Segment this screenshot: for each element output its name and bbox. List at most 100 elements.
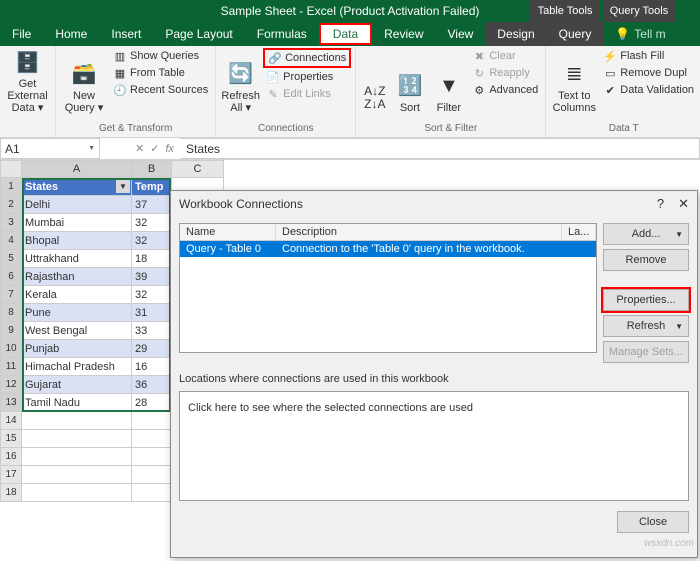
row-header[interactable]: 1: [0, 178, 22, 196]
cell-temp[interactable]: 32: [132, 232, 172, 250]
row-header[interactable]: 7: [0, 286, 22, 304]
tell-me[interactable]: 💡Tell m: [603, 22, 677, 46]
clear-button[interactable]: ✖Clear: [469, 48, 541, 64]
cell[interactable]: [132, 412, 172, 430]
filter-dropdown-icon[interactable]: ▼: [116, 179, 130, 193]
cell-state[interactable]: Delhi: [22, 196, 132, 214]
row-header[interactable]: 13: [0, 394, 22, 412]
cell-temp[interactable]: 18: [132, 250, 172, 268]
cell-temp[interactable]: 36: [132, 376, 172, 394]
cell-temp[interactable]: 29: [132, 340, 172, 358]
name-box[interactable]: A1▼: [0, 138, 100, 159]
col-header-b[interactable]: B: [132, 160, 172, 178]
remove-dup-button[interactable]: ▭Remove Dupl: [600, 65, 697, 81]
cell-state[interactable]: Mumbai: [22, 214, 132, 232]
advanced-button[interactable]: ⚙Advanced: [469, 82, 541, 98]
cell-state[interactable]: Gujarat: [22, 376, 132, 394]
row-header[interactable]: 4: [0, 232, 22, 250]
tab-file[interactable]: File: [0, 22, 43, 46]
cell-state[interactable]: Bhopal: [22, 232, 132, 250]
locations-pane[interactable]: Click here to see where the selected con…: [179, 391, 689, 501]
recent-sources-button[interactable]: 🕘Recent Sources: [110, 82, 211, 98]
connections-list[interactable]: Name Description La... Query - Table 0 C…: [179, 223, 597, 353]
connection-row[interactable]: Query - Table 0 Connection to the 'Table…: [180, 241, 596, 257]
cell[interactable]: [22, 412, 132, 430]
tab-query[interactable]: Query: [547, 22, 604, 46]
col-header-a[interactable]: A: [22, 160, 132, 178]
fx-icon[interactable]: fx: [165, 143, 174, 155]
edit-links-button[interactable]: ✎Edit Links: [263, 86, 351, 102]
cell[interactable]: [22, 466, 132, 484]
cell-temp[interactable]: 28: [132, 394, 172, 412]
remove-button[interactable]: Remove: [603, 249, 689, 271]
row-header[interactable]: 15: [0, 430, 22, 448]
row-header[interactable]: 10: [0, 340, 22, 358]
cancel-icon[interactable]: ✕: [135, 142, 144, 155]
cell[interactable]: [22, 448, 132, 466]
sort-az-button[interactable]: A↓ZZ↓A: [360, 48, 389, 114]
cell-state[interactable]: Pune: [22, 304, 132, 322]
show-queries-button[interactable]: ▥Show Queries: [110, 48, 211, 64]
properties-button[interactable]: 📄Properties: [263, 69, 351, 85]
row-header[interactable]: 2: [0, 196, 22, 214]
cell-temp[interactable]: 39: [132, 268, 172, 286]
row-header[interactable]: 16: [0, 448, 22, 466]
row-header[interactable]: 11: [0, 358, 22, 376]
tab-page-layout[interactable]: Page Layout: [153, 22, 244, 46]
cell-temp[interactable]: 33: [132, 322, 172, 340]
select-all-corner[interactable]: [0, 160, 22, 178]
row-header[interactable]: 8: [0, 304, 22, 322]
col-header-c[interactable]: C: [172, 160, 224, 178]
cell[interactable]: [132, 430, 172, 448]
row-header[interactable]: 5: [0, 250, 22, 268]
reapply-button[interactable]: ↻Reapply: [469, 65, 541, 81]
cell-state[interactable]: Kerala: [22, 286, 132, 304]
cell-temp[interactable]: 32: [132, 214, 172, 232]
new-query-button[interactable]: 🗃️ New Query ▾: [60, 48, 108, 114]
cell[interactable]: [22, 430, 132, 448]
tab-formulas[interactable]: Formulas: [245, 22, 319, 46]
data-validation-button[interactable]: ✔Data Validation: [600, 82, 697, 98]
from-table-button[interactable]: ▦From Table: [110, 65, 211, 81]
tab-data[interactable]: Data: [319, 23, 372, 45]
formula-input[interactable]: States: [180, 138, 700, 159]
tab-design[interactable]: Design: [485, 22, 546, 46]
row-header[interactable]: 6: [0, 268, 22, 286]
refresh-all-button[interactable]: 🔄 Refresh All ▾: [220, 48, 261, 114]
cell-state[interactable]: Punjab: [22, 340, 132, 358]
cell-state[interactable]: Rajasthan: [22, 268, 132, 286]
cell[interactable]: [132, 448, 172, 466]
cell[interactable]: [22, 484, 132, 502]
cell-state[interactable]: Himachal Pradesh: [22, 358, 132, 376]
connections-button[interactable]: 🔗Connections: [263, 48, 351, 68]
cell-temp[interactable]: 32: [132, 286, 172, 304]
cell-temp[interactable]: 31: [132, 304, 172, 322]
row-header[interactable]: 3: [0, 214, 22, 232]
get-external-data-button[interactable]: 🗄️ Get External Data ▾: [4, 48, 51, 114]
row-header[interactable]: 12: [0, 376, 22, 394]
help-icon[interactable]: ?: [657, 196, 664, 212]
row-header[interactable]: 18: [0, 484, 22, 502]
cell-temp[interactable]: 16: [132, 358, 172, 376]
cell[interactable]: [132, 466, 172, 484]
check-icon[interactable]: ✓: [150, 142, 159, 155]
row-header[interactable]: 14: [0, 412, 22, 430]
table-header-temp[interactable]: Temp: [132, 178, 172, 196]
row-header[interactable]: 17: [0, 466, 22, 484]
cell-state[interactable]: Uttrakhand: [22, 250, 132, 268]
tab-home[interactable]: Home: [43, 22, 99, 46]
sort-button[interactable]: 🔢Sort: [391, 48, 428, 114]
close-icon[interactable]: ✕: [678, 196, 689, 212]
text-to-columns-button[interactable]: ≣Text to Columns: [550, 48, 598, 114]
row-header[interactable]: 9: [0, 322, 22, 340]
properties-button[interactable]: Properties...: [603, 289, 689, 311]
flash-fill-button[interactable]: ⚡Flash Fill: [600, 48, 697, 64]
refresh-button[interactable]: Refresh▼: [603, 315, 689, 337]
tab-insert[interactable]: Insert: [99, 22, 153, 46]
filter-button[interactable]: ▼Filter: [430, 48, 467, 114]
tab-review[interactable]: Review: [372, 22, 435, 46]
tab-view[interactable]: View: [436, 22, 486, 46]
table-header-states[interactable]: States▼: [22, 178, 132, 196]
add-button[interactable]: Add...▼: [603, 223, 689, 245]
cell[interactable]: [132, 484, 172, 502]
